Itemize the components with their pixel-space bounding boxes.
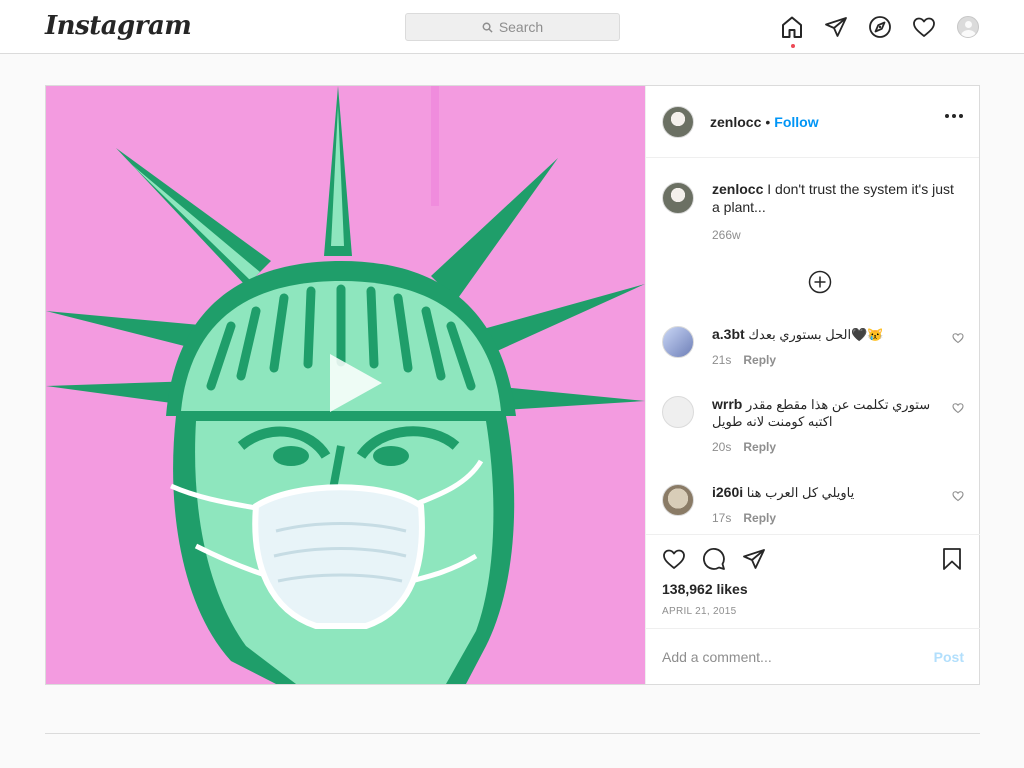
comment-text: wrrb ستوري تكلمت عن هذا مقطع مقدر اكتبه … bbox=[712, 396, 938, 430]
search-box[interactable]: Search bbox=[405, 13, 620, 41]
caption-text: zenlocc I don't trust the system it's ju… bbox=[712, 180, 964, 216]
activity-heart-icon[interactable] bbox=[912, 14, 936, 40]
commenter-avatar[interactable] bbox=[662, 326, 694, 358]
comment-body: ياويلي كل العرب هنا bbox=[743, 485, 855, 500]
caption-author-avatar[interactable] bbox=[662, 182, 694, 214]
comment-icon[interactable] bbox=[702, 547, 726, 571]
comment-time[interactable]: 17s bbox=[712, 511, 731, 525]
like-comment-icon[interactable] bbox=[952, 332, 964, 344]
profile-button[interactable] bbox=[956, 14, 980, 40]
commenter-username[interactable]: a.3bt bbox=[712, 326, 745, 342]
author-avatar[interactable] bbox=[662, 105, 694, 138]
instagram-logo[interactable]: Instagram bbox=[45, 11, 192, 41]
follow-button[interactable]: Follow bbox=[774, 114, 818, 130]
separator-dot: • bbox=[765, 113, 771, 130]
commenter-username[interactable]: i260i bbox=[712, 484, 743, 500]
add-comment-input[interactable] bbox=[662, 648, 934, 665]
add-comment-bar: Post bbox=[646, 628, 980, 684]
comment-item: a.3bt الحل بستوري بعدك🖤😿 21s Reply bbox=[662, 326, 964, 367]
load-more-comments-icon[interactable] bbox=[808, 270, 832, 294]
comment-body: ستوري تكلمت عن هذا مقطع مقدر اكتبه كومنت… bbox=[712, 397, 931, 429]
top-navigation-bar: Instagram Search bbox=[0, 0, 1024, 54]
post-header: zenlocc • Follow bbox=[646, 86, 979, 158]
comment-body: الحل بستوري بعدك🖤😿 bbox=[744, 327, 884, 342]
post-caption: zenlocc I don't trust the system it's ju… bbox=[646, 158, 980, 254]
share-icon[interactable] bbox=[742, 547, 766, 571]
comment-item: wrrb ستوري تكلمت عن هذا مقطع مقدر اكتبه … bbox=[662, 396, 964, 454]
post-date[interactable]: APRIL 21, 2015 bbox=[646, 606, 980, 617]
play-icon[interactable] bbox=[316, 348, 386, 418]
likes-count[interactable]: 138,962 likes bbox=[646, 581, 980, 597]
home-icon[interactable] bbox=[780, 14, 804, 48]
profile-avatar bbox=[957, 16, 979, 38]
commenter-avatar[interactable] bbox=[662, 396, 694, 428]
commenter-username[interactable]: wrrb bbox=[712, 396, 742, 412]
comment-text: a.3bt الحل بستوري بعدك🖤😿 bbox=[712, 326, 938, 343]
reply-button[interactable]: Reply bbox=[743, 511, 776, 525]
post-video[interactable] bbox=[46, 86, 645, 684]
reply-button[interactable]: Reply bbox=[743, 440, 776, 454]
post-sidebar: zenlocc • Follow zenlocc I don't trust t… bbox=[645, 86, 980, 684]
author-username[interactable]: zenlocc bbox=[710, 114, 761, 130]
caption-username[interactable]: zenlocc bbox=[712, 181, 763, 197]
like-icon[interactable] bbox=[662, 547, 686, 571]
post-card: zenlocc • Follow zenlocc I don't trust t… bbox=[45, 85, 980, 685]
more-options-icon[interactable] bbox=[945, 114, 963, 118]
explore-icon[interactable] bbox=[868, 14, 892, 40]
direct-icon[interactable] bbox=[824, 14, 848, 40]
caption-timestamp[interactable]: 266w bbox=[712, 228, 964, 242]
comment-time[interactable]: 20s bbox=[712, 440, 731, 454]
comments-section[interactable]: zenlocc I don't trust the system it's ju… bbox=[646, 158, 980, 534]
like-comment-icon[interactable] bbox=[952, 402, 964, 414]
footer-divider bbox=[45, 733, 980, 734]
comment-item: i260i ياويلي كل العرب هنا 17s Reply bbox=[662, 484, 964, 525]
reply-button[interactable]: Reply bbox=[743, 353, 776, 367]
post-comment-button[interactable]: Post bbox=[934, 649, 964, 665]
commenter-avatar[interactable] bbox=[662, 484, 694, 516]
search-placeholder: Search bbox=[498, 19, 544, 35]
post-actions: 138,962 likes APRIL 21, 2015 bbox=[646, 534, 980, 617]
like-comment-icon[interactable] bbox=[952, 490, 964, 502]
save-bookmark-icon[interactable] bbox=[940, 547, 964, 571]
comment-text: i260i ياويلي كل العرب هنا bbox=[712, 484, 938, 501]
search-icon bbox=[482, 22, 493, 33]
comment-time[interactable]: 21s bbox=[712, 353, 731, 367]
notification-dot bbox=[791, 44, 795, 48]
